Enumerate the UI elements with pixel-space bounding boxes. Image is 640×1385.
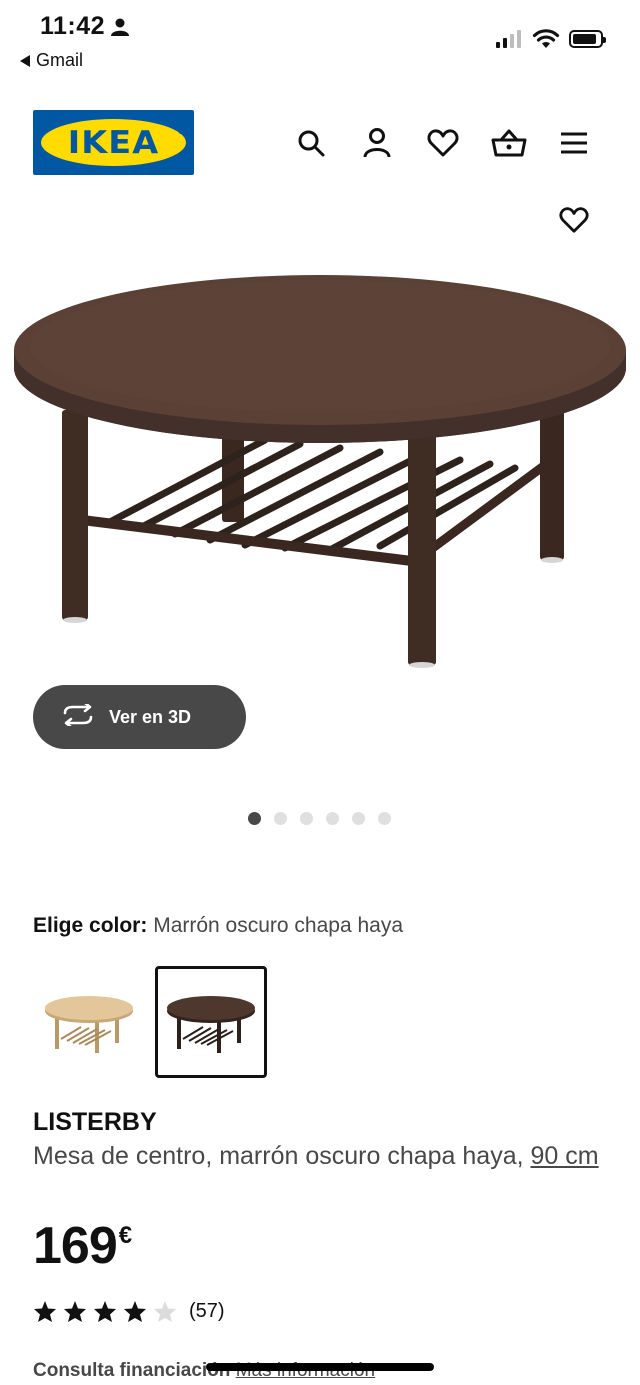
star-empty-icon [154, 1301, 176, 1322]
product-name: LISTERBY [33, 1108, 157, 1136]
product-description: Mesa de centro, marrón oscuro chapa haya… [33, 1140, 613, 1173]
gallery-dot[interactable] [248, 812, 261, 825]
color-option-dark-brown[interactable] [155, 966, 267, 1078]
product-description-text: Mesa de centro, marrón oscuro chapa haya… [33, 1142, 524, 1170]
gallery-dot[interactable] [378, 812, 391, 825]
ikea-logo[interactable]: IKEA ® [33, 110, 194, 175]
gallery-dot[interactable] [274, 812, 287, 825]
color-label: Elige color: [33, 914, 148, 937]
basket-icon[interactable] [490, 124, 528, 162]
signal-icon [496, 30, 521, 48]
gallery-pagination [248, 812, 391, 825]
selected-color-value: Marrón oscuro chapa haya [153, 914, 404, 937]
back-to-app-link[interactable]: Gmail [20, 50, 83, 71]
person-icon [110, 17, 130, 42]
color-selector-label: Elige color: Marrón oscuro chapa haya [33, 914, 403, 938]
product-size-link[interactable]: 90 cm [531, 1142, 599, 1170]
price-currency: € [118, 1222, 132, 1249]
financing-label: Consulta financiación [33, 1360, 231, 1381]
battery-icon [569, 30, 606, 48]
star-filled-icon [34, 1301, 56, 1322]
heart-icon[interactable] [424, 124, 462, 162]
home-indicator[interactable] [206, 1363, 434, 1371]
user-icon[interactable] [358, 124, 396, 162]
product-price: 169 € [33, 1216, 132, 1276]
back-app-label: Gmail [36, 50, 84, 70]
rating-stars[interactable] [33, 1300, 177, 1323]
star-filled-icon [64, 1301, 86, 1322]
rotate-3d-icon [61, 701, 95, 731]
price-value: 169 [33, 1217, 118, 1275]
star-filled-icon [94, 1301, 116, 1322]
logo-text: IKEA [67, 124, 160, 161]
review-count[interactable]: (57) [189, 1300, 225, 1323]
favorite-heart-icon[interactable] [556, 202, 592, 238]
view-3d-label: Ver en 3D [109, 706, 192, 727]
gallery-dot[interactable] [300, 812, 313, 825]
menu-icon[interactable] [555, 124, 593, 162]
wifi-icon [532, 28, 560, 55]
color-option-light-beech[interactable] [33, 966, 145, 1078]
search-icon[interactable] [292, 124, 330, 162]
gallery-dot[interactable] [352, 812, 365, 825]
view-3d-button[interactable]: Ver en 3D [33, 685, 246, 749]
back-arrow-icon [20, 54, 30, 67]
star-filled-icon [124, 1301, 146, 1322]
product-image[interactable] [0, 250, 640, 685]
status-time: 11:42 [40, 12, 106, 40]
gallery-dot[interactable] [326, 812, 339, 825]
